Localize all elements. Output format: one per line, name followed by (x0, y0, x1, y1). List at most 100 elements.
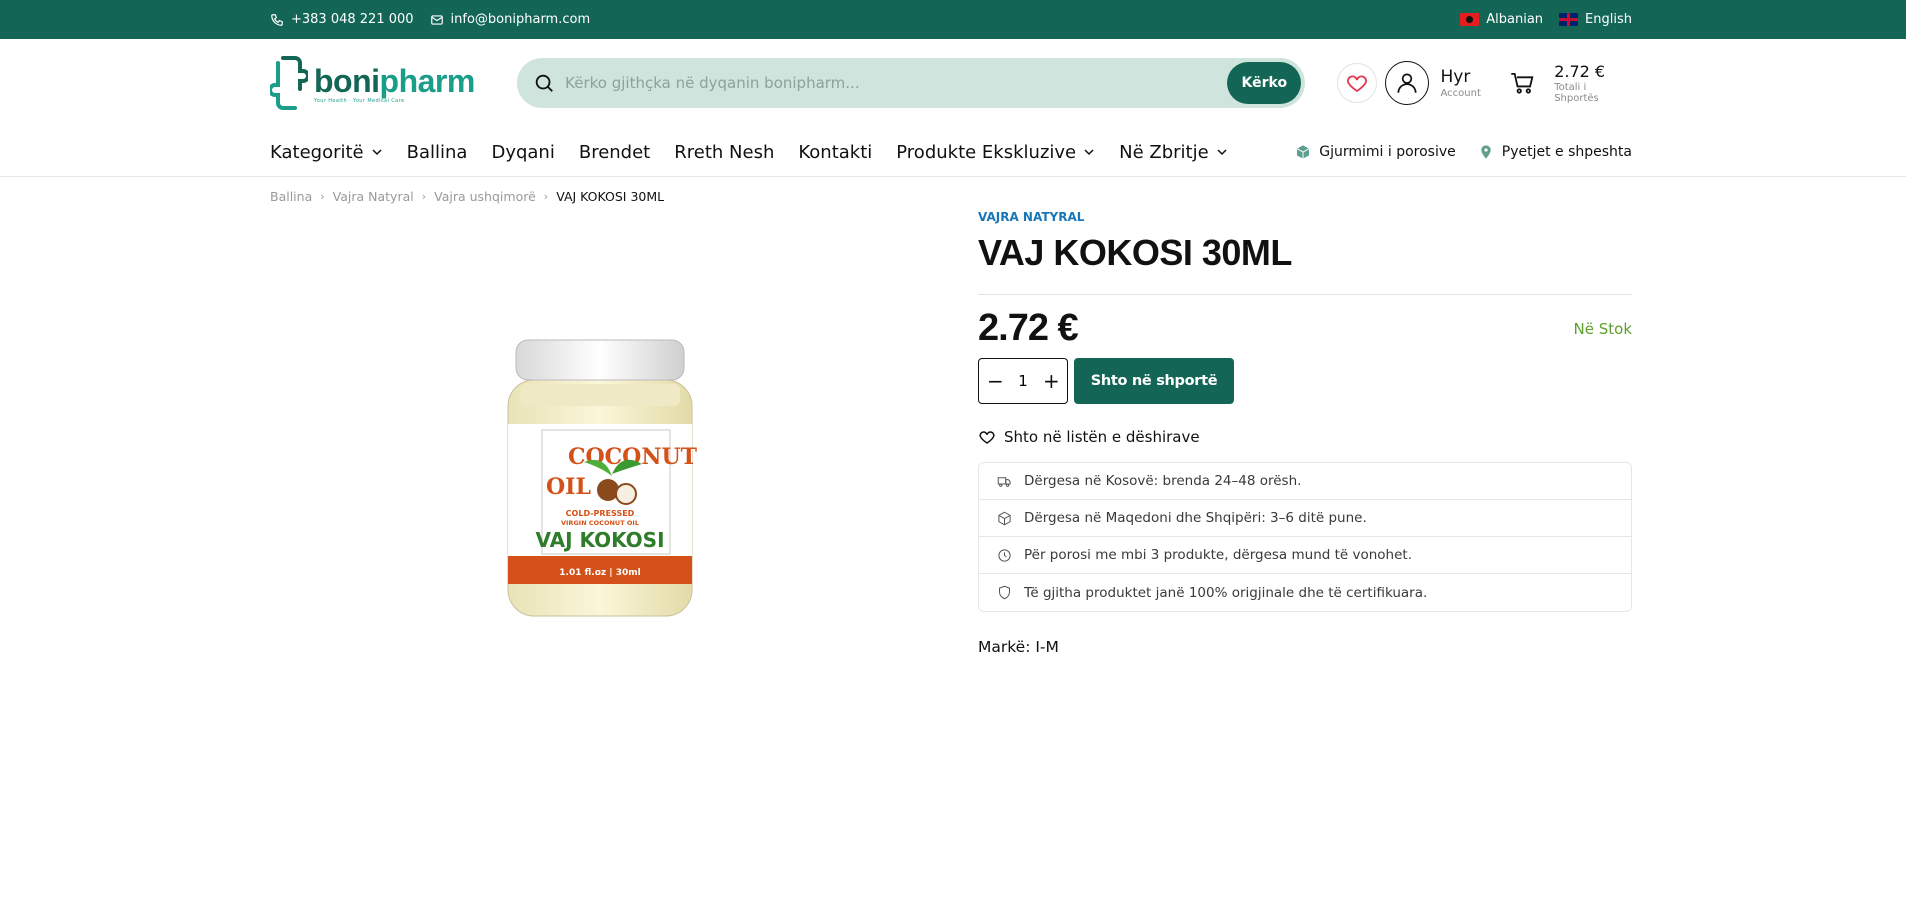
header: bonipharm Your Health · Your Medical Car… (0, 39, 1906, 127)
chevron-down-icon (372, 149, 382, 156)
nav-item-sale[interactable]: Në Zbritje (1119, 142, 1228, 163)
cart-icon (1511, 72, 1534, 94)
stock-status: Në Stok (1573, 319, 1632, 338)
breadcrumb-food-oils[interactable]: Vajra ushqimorë (434, 189, 536, 204)
uk-flag-icon (1559, 13, 1579, 26)
jar-label-sub1: COLD-PRESSED (566, 509, 635, 518)
language-english[interactable]: English (1559, 12, 1632, 27)
account-avatar (1384, 61, 1429, 105)
feature-row: Dërgesa në Maqedoni dhe Shqipëri: 3–6 di… (979, 500, 1631, 537)
chevron-right-icon: › (421, 190, 427, 203)
search-bar: Kërko (517, 58, 1306, 108)
breadcrumb: Ballina › Vajra Natyral › Vajra ushqimor… (270, 189, 1632, 204)
user-icon (1396, 73, 1417, 93)
product-image[interactable]: COCONUT OIL COLD-PRESSED VIRGIN COCONUT … (270, 204, 930, 764)
jar-label-size: 1.01 fl.oz | 30ml (559, 568, 640, 578)
mail-icon (430, 14, 443, 25)
product-brand: Markë: I-M (978, 638, 1059, 656)
feature-row: Të gjitha produktet janë 100% origjinale… (979, 574, 1631, 611)
plus-icon[interactable]: + (1043, 371, 1060, 391)
map-pin-icon (1481, 145, 1491, 159)
chevron-right-icon: › (543, 190, 549, 203)
nav-item-label: Kategoritë (270, 141, 364, 163)
cart-total: 2.72 € (1554, 62, 1606, 81)
feature-text: Dërgesa në Kosovë: brenda 24–48 orësh. (1024, 473, 1302, 489)
chevron-down-icon (1217, 149, 1227, 156)
cart-subtitle: Totali i Shportës (1554, 82, 1599, 104)
minus-icon[interactable]: − (987, 371, 1004, 391)
product-category-link[interactable]: VAJRA NATYRAL (978, 210, 1632, 224)
cart-button[interactable]: 2.72 € Totali i Shportës (1509, 62, 1632, 104)
account-title: Hyr (1440, 67, 1471, 87)
nav-item-about[interactable]: Rreth Nesh (674, 142, 774, 163)
wishlist-button[interactable] (1337, 63, 1377, 103)
nav-item-categories[interactable]: Kategoritë (270, 142, 383, 163)
clock-icon (998, 548, 1011, 562)
logo-cross-icon (270, 56, 308, 110)
faq-link[interactable]: Pyetjet e shpeshta (1478, 144, 1632, 160)
nav-item-contact[interactable]: Kontakti (798, 142, 872, 163)
nav-item-label: Kontakti (798, 141, 873, 163)
add-to-wishlist-link[interactable]: Shto në listën e dëshirave (978, 428, 1632, 446)
quantity-stepper: − + (978, 358, 1068, 404)
language-label: English (1585, 12, 1632, 27)
logo[interactable]: bonipharm Your Health · Your Medical Car… (270, 55, 491, 111)
language-label: Albanian (1486, 12, 1544, 27)
jar-label-oil: OIL (546, 474, 591, 500)
nav-item-label: Rreth Nesh (674, 141, 775, 163)
account-subtitle: Account (1440, 88, 1481, 99)
logo-text-pharm: pharm (379, 62, 476, 99)
package-icon (1296, 145, 1310, 159)
product-info: VAJRA NATYRAL VAJ KOKOSI 30ML 2.72 € Në … (978, 204, 1632, 656)
email-address: info@bonipharm.com (450, 12, 591, 27)
nav-item-label: Në Zbritje (1119, 141, 1209, 163)
email-link[interactable]: info@bonipharm.com (430, 12, 591, 27)
phone-number: +383 048 221 000 (291, 12, 414, 27)
product-price: 2.72 € (978, 307, 1079, 349)
search-button[interactable]: Kërko (1227, 62, 1302, 104)
language-albanian[interactable]: Albanian (1460, 12, 1543, 27)
order-tracking-link[interactable]: Gjurmimi i porosive (1295, 144, 1456, 160)
albania-flag-icon (1460, 13, 1480, 26)
nav-item-label: Ballina (406, 141, 468, 163)
logo-tagline: Your Health · Your Medical Care (314, 97, 405, 104)
search-input[interactable] (565, 74, 1228, 92)
nav-item-label: Produkte Ekskluzive (896, 141, 1077, 163)
product-title: VAJ KOKOSI 30ML (978, 232, 1292, 273)
search-icon (535, 74, 554, 92)
chevron-right-icon: › (320, 190, 325, 203)
product-section: COCONUT OIL COLD-PRESSED VIRGIN COCONUT … (270, 204, 1632, 764)
quantity-input[interactable] (1011, 372, 1035, 390)
breadcrumb-home[interactable]: Ballina (270, 189, 312, 204)
feature-text: Dërgesa në Maqedoni dhe Shqipëri: 3–6 di… (1024, 510, 1367, 526)
jar-label-name: VAJ KOKOSI (535, 528, 664, 552)
shield-icon (999, 585, 1010, 600)
truck-icon (997, 476, 1011, 487)
phone-link[interactable]: +383 048 221 000 (270, 12, 414, 27)
chevron-down-icon (1084, 149, 1094, 156)
nav-item-exclusive[interactable]: Produkte Ekskluzive (896, 142, 1095, 163)
order-tracking-label: Gjurmimi i porosive (1319, 144, 1456, 160)
wishlist-label: Shto në listën e dëshirave (1004, 428, 1200, 446)
coconut-oil-jar-image: COCONUT OIL COLD-PRESSED VIRGIN COCONUT … (507, 339, 698, 617)
breadcrumb-natural-oils[interactable]: Vajra Natyral (333, 189, 414, 204)
feature-row: Dërgesa në Kosovë: brenda 24–48 orësh. (979, 463, 1631, 500)
feature-row: Për porosi me mbi 3 produkte, dërgesa mu… (979, 537, 1631, 574)
main-nav: Kategoritë Ballina Dyqani Brendet Rreth … (0, 127, 1906, 177)
top-bar: +383 048 221 000 info@bonipharm.com Alba… (0, 0, 1906, 39)
delivery-info-box: Dërgesa në Kosovë: brenda 24–48 orësh. D… (978, 462, 1632, 612)
heart-icon (979, 431, 995, 444)
faq-label: Pyetjet e shpeshta (1501, 144, 1632, 160)
nav-item-brands[interactable]: Brendet (579, 142, 650, 163)
box-icon (998, 511, 1011, 525)
phone-icon (271, 13, 283, 26)
account-button[interactable]: Hyr Account (1384, 61, 1481, 105)
nav-item-shop[interactable]: Dyqani (491, 142, 554, 163)
nav-item-label: Brendet (578, 141, 651, 163)
nav-item-home[interactable]: Ballina (407, 142, 468, 163)
heart-icon (1346, 75, 1367, 93)
feature-text: Të gjitha produktet janë 100% origjinale… (1024, 584, 1428, 601)
nav-item-label: Dyqani (491, 141, 555, 163)
logo-text-boni: boni (314, 62, 380, 99)
add-to-cart-button[interactable]: Shto në shportë (1074, 358, 1234, 404)
